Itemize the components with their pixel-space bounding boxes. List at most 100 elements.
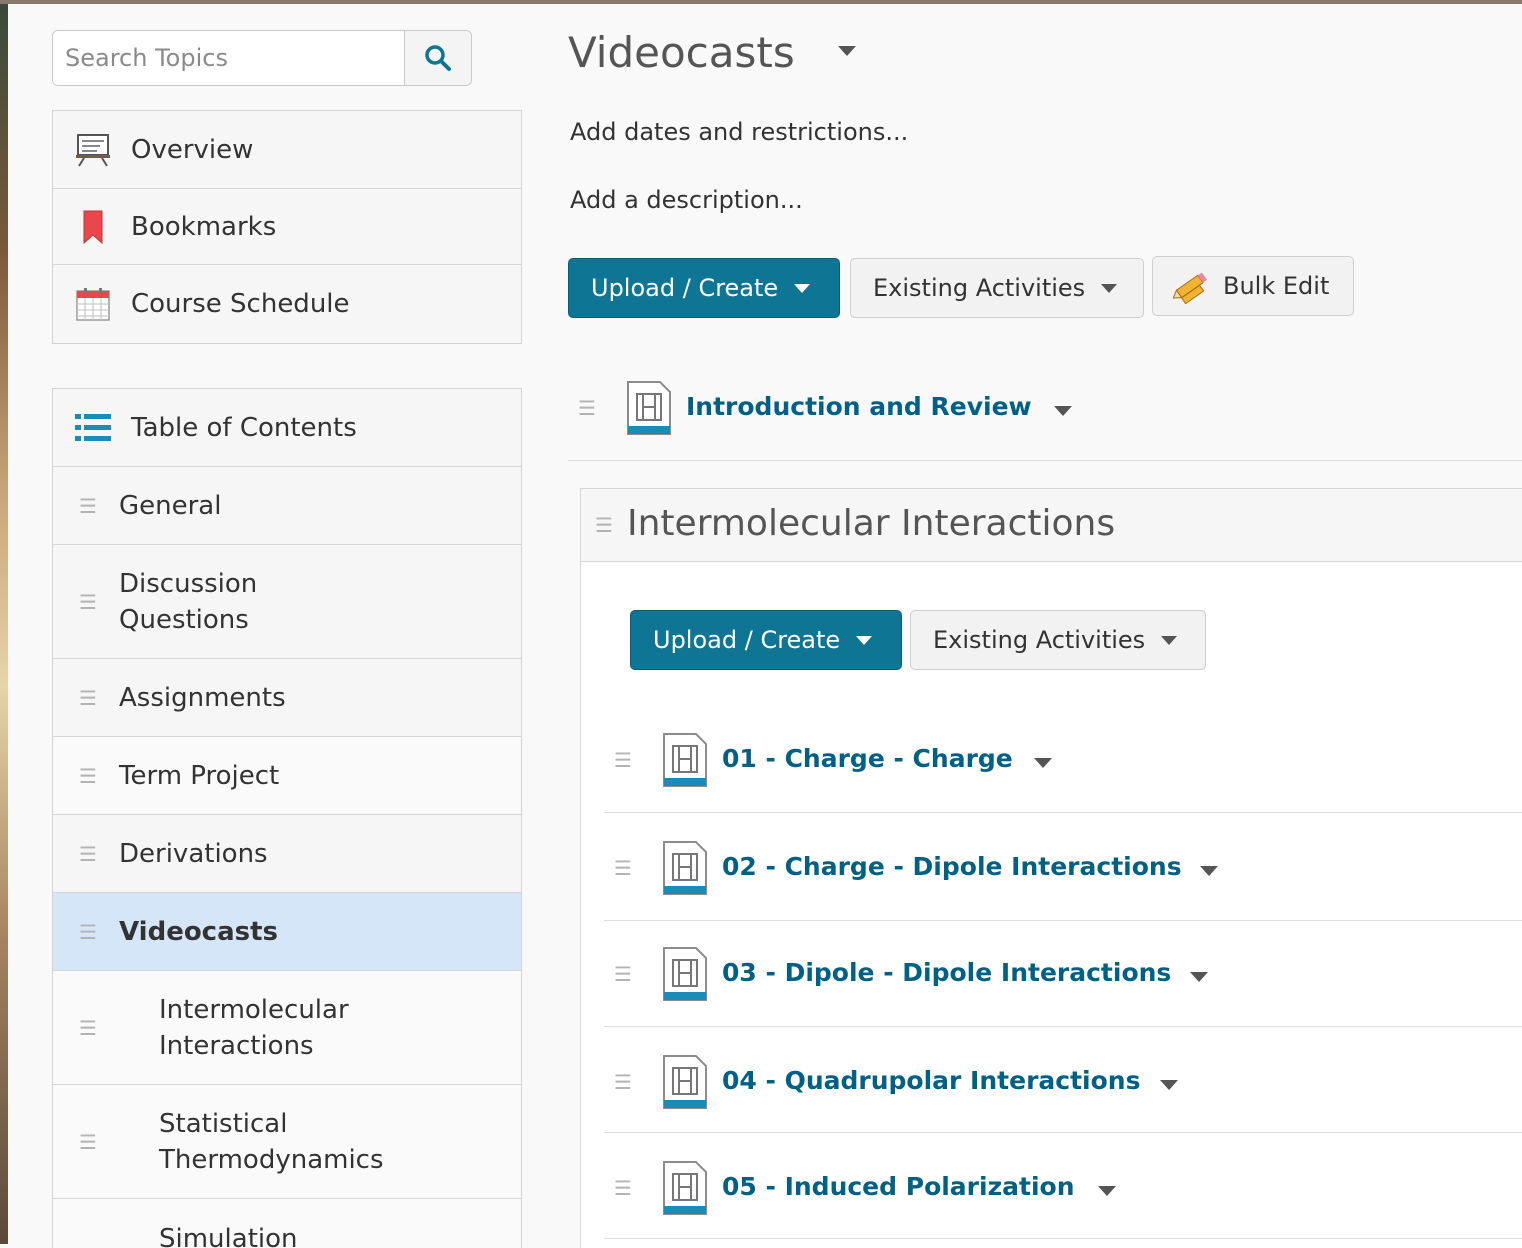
toc-item-term-project[interactable]: ☰ Term Project (53, 737, 521, 815)
divider (568, 460, 1522, 461)
drag-handle-icon[interactable]: ☰ (578, 396, 596, 420)
chevron-down-icon[interactable] (1200, 866, 1218, 876)
bookmark-icon (75, 209, 111, 245)
drag-handle-icon[interactable]: ☰ (614, 748, 632, 772)
topic-row[interactable]: ☰ 05 - Induced Polarization (604, 1138, 1522, 1238)
chevron-down-icon[interactable] (1190, 972, 1208, 982)
drag-handle-icon[interactable]: ☰ (614, 962, 632, 986)
chevron-down-icon[interactable] (1034, 758, 1052, 768)
search-box (52, 30, 472, 86)
search-input[interactable] (53, 31, 405, 85)
video-file-icon (663, 841, 707, 895)
topic-row[interactable]: ☰ 03 - Dipole - Dipole Interactions (604, 924, 1522, 1024)
bulk-edit-label: Bulk Edit (1223, 272, 1330, 300)
content-page: Overview Bookmarks (8, 4, 1522, 1248)
toc-item-discussion-questions[interactable]: ☰ Discussion Questions (53, 545, 521, 659)
drag-handle-icon[interactable]: ☰ (79, 920, 97, 944)
existing-activities-label: Existing Activities (933, 626, 1146, 654)
drag-handle-icon[interactable]: ☰ (79, 1016, 97, 1040)
topic-link[interactable]: 04 - Quadrupolar Interactions (722, 1066, 1140, 1095)
toc-item-videocasts[interactable]: ☰ Videocasts (53, 893, 521, 971)
divider (604, 1132, 1522, 1133)
presentation-board-icon (75, 132, 111, 168)
chevron-down-icon (1101, 283, 1118, 293)
upload-create-label: Upload / Create (591, 274, 779, 302)
module-existing-activities-button[interactable]: Existing Activities (910, 610, 1206, 670)
divider (604, 1026, 1522, 1027)
toc-item-label: Discussion Questions (119, 568, 258, 635)
drag-handle-icon[interactable]: ☰ (79, 686, 97, 710)
title-dropdown-icon[interactable] (838, 46, 856, 56)
divider (604, 812, 1522, 813)
topic-row[interactable]: ☰ 04 - Quadrupolar Interactions (604, 1032, 1522, 1132)
toc-item-label: General (119, 490, 222, 521)
search-icon (425, 45, 451, 71)
toc-item-simulation[interactable]: Simulation (53, 1199, 521, 1248)
module-header: ☰ Intermolecular Interactions (581, 489, 1522, 562)
toc-item-intermolecular-interactions[interactable]: ☰ Intermolecular Interactions (53, 971, 521, 1085)
topic-link[interactable]: 01 - Charge - Charge (722, 744, 1013, 773)
calendar-icon (75, 286, 111, 322)
nav-item-label: Overview (131, 134, 254, 165)
module-upload-create-button[interactable]: Upload / Create (630, 610, 902, 670)
video-file-icon (627, 381, 671, 435)
toc-item-label: Assignments (119, 682, 286, 713)
chevron-down-icon (794, 283, 811, 293)
topic-link[interactable]: Introduction and Review (686, 392, 1032, 421)
add-description-link[interactable]: Add a description... (570, 186, 803, 214)
drag-handle-icon[interactable]: ☰ (614, 856, 632, 880)
upload-create-button[interactable]: Upload / Create (568, 258, 840, 318)
table-of-contents-panel: Table of Contents ☰ General ☰ Discussion… (52, 388, 522, 1248)
topic-link[interactable]: 02 - Charge - Dipole Interactions (722, 852, 1182, 881)
toc-item-label: Statistical Thermodynamics (159, 1108, 384, 1175)
pencil-edit-icon (1173, 272, 1208, 304)
toc-item-statistical-thermodynamics[interactable]: ☰ Statistical Thermodynamics (53, 1085, 521, 1199)
divider (604, 1238, 1522, 1239)
toc-item-label: Intermolecular Interactions (159, 994, 349, 1061)
bulk-edit-button[interactable]: Bulk Edit (1152, 256, 1354, 316)
drag-handle-icon[interactable]: ☰ (79, 1130, 97, 1154)
chevron-down-icon[interactable] (1160, 1080, 1178, 1090)
toc-header[interactable]: Table of Contents (53, 389, 521, 467)
video-file-icon (663, 1161, 707, 1215)
existing-activities-button[interactable]: Existing Activities (850, 258, 1144, 318)
nav-item-label: Bookmarks (131, 211, 277, 242)
drag-handle-icon[interactable]: ☰ (79, 590, 97, 614)
chevron-down-icon[interactable] (1098, 1186, 1116, 1196)
chevron-down-icon[interactable] (1054, 406, 1072, 416)
toc-header-label: Table of Contents (131, 412, 357, 443)
toc-item-assignments[interactable]: ☰ Assignments (53, 659, 521, 737)
drag-handle-icon[interactable]: ☰ (79, 842, 97, 866)
toc-item-label: Videocasts (119, 916, 279, 947)
drag-handle-icon[interactable]: ☰ (614, 1070, 632, 1094)
add-dates-link[interactable]: Add dates and restrictions... (570, 118, 908, 146)
topic-link[interactable]: 03 - Dipole - Dipole Interactions (722, 958, 1171, 987)
topic-row[interactable]: ☰ 02 - Charge - Dipole Interactions (604, 818, 1522, 918)
drag-handle-icon[interactable]: ☰ (595, 513, 613, 537)
drag-handle-icon[interactable]: ☰ (79, 494, 97, 518)
module-title[interactable]: Intermolecular Interactions (627, 503, 1115, 544)
video-file-icon (663, 733, 707, 787)
nav-item-course-schedule[interactable]: Course Schedule (53, 265, 521, 343)
nav-item-label: Course Schedule (131, 289, 350, 319)
topic-link[interactable]: 05 - Induced Polarization (722, 1172, 1075, 1201)
toc-item-derivations[interactable]: ☰ Derivations (53, 815, 521, 893)
video-file-icon (663, 947, 707, 1001)
topic-row[interactable]: ☰ 01 - Charge - Charge (604, 710, 1522, 810)
drag-handle-icon[interactable]: ☰ (79, 764, 97, 788)
nav-item-bookmarks[interactable]: Bookmarks (53, 189, 521, 265)
toc-item-label: Term Project (119, 760, 280, 791)
video-file-icon (663, 1055, 707, 1109)
quick-nav-panel: Overview Bookmarks Course Schedule (52, 110, 522, 344)
toc-item-label: Derivations (119, 838, 268, 869)
nav-item-overview[interactable]: Overview (53, 111, 521, 189)
topic-row[interactable]: ☰ Introduction and Review (568, 358, 1522, 458)
list-icon (75, 410, 111, 446)
search-button[interactable] (404, 31, 471, 85)
toc-item-general[interactable]: ☰ General (53, 467, 521, 545)
chevron-down-icon (1161, 635, 1178, 645)
existing-activities-label: Existing Activities (873, 274, 1086, 302)
drag-handle-icon[interactable]: ☰ (614, 1176, 632, 1200)
upload-create-label: Upload / Create (653, 626, 841, 654)
desktop-background-edge (0, 4, 8, 1244)
